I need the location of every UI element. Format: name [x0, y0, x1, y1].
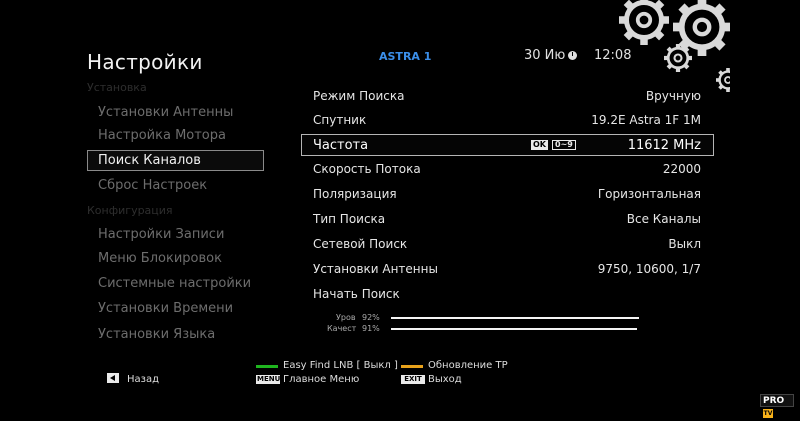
setting-value: Все Каналы: [626, 212, 701, 226]
signal-level-label: Уров: [336, 313, 356, 322]
yellow-key-icon: [401, 365, 423, 368]
signal-quality-value: 91%: [362, 324, 380, 333]
sidebar-item-lock-menu[interactable]: Меню Блокировок: [98, 251, 222, 266]
setting-value: 19.2E Astra 1F 1M: [591, 113, 701, 127]
setting-label: Начать Поиск: [313, 287, 400, 301]
settings-screen: Настройки ASTRA 1 30 Ию 12:08 Установка …: [0, 0, 800, 418]
signal-quality-bar: [391, 328, 637, 330]
digit-keys-icon: 0~9: [552, 140, 576, 150]
ok-key-icon: OK: [531, 140, 548, 150]
gears-icon: [618, 0, 730, 94]
setting-row-symbol-rate[interactable]: Скорость Потока 22000: [313, 162, 703, 182]
sidebar-section-config: Конфигурация: [87, 204, 173, 217]
setting-value: 11612 MHz: [627, 138, 701, 153]
setting-label: Спутник: [313, 113, 367, 127]
update-tp-label[interactable]: Обновление TP: [428, 360, 508, 371]
setting-row-search-type[interactable]: Тип Поиска Все Каналы: [313, 212, 703, 232]
sidebar-item-factory-reset[interactable]: Сброс Настроек: [98, 178, 207, 193]
green-key-icon: [256, 365, 278, 368]
sidebar-item-antenna-settings[interactable]: Установки Антенны: [98, 105, 233, 120]
setting-label: Частота: [313, 138, 369, 153]
setting-label: Поляризация: [313, 187, 397, 201]
sidebar-item-motor-settings[interactable]: Настройка Мотора: [98, 128, 226, 143]
sidebar-item-time-settings[interactable]: Установки Времени: [98, 301, 233, 316]
menu-key-icon: MENU: [256, 375, 281, 384]
setting-row-frequency[interactable]: Частота OK 0~9 11612 MHz: [301, 134, 714, 156]
setting-row-antenna-settings[interactable]: Установки Антенны 9750, 10600, 1/7: [313, 262, 703, 282]
sidebar-item-channel-search[interactable]: Поиск Каналов: [87, 150, 264, 171]
sidebar-item-system-settings[interactable]: Системные настройки: [98, 276, 251, 291]
main-menu-label[interactable]: Главное Меню: [283, 374, 359, 385]
clock-icon: [568, 51, 577, 60]
easy-find-lnb-label[interactable]: Easy Find LNB [ Выкл ]: [283, 360, 398, 371]
exit-key-icon: EXIT: [401, 375, 425, 384]
setting-label: Установки Антенны: [313, 262, 438, 276]
signal-quality-label: Качест: [327, 324, 357, 333]
signal-level-bar: [391, 317, 639, 319]
time-display: 12:08: [594, 48, 632, 63]
back-arrow-icon[interactable]: [107, 373, 119, 383]
logo-badge: TV: [763, 409, 773, 418]
setting-row-network-search[interactable]: Сетевой Поиск Выкл: [313, 237, 703, 257]
sidebar-item-record-settings[interactable]: Настройки Записи: [98, 227, 224, 242]
sidebar-section-install: Установка: [87, 81, 147, 94]
setting-value: 22000: [662, 162, 701, 176]
setting-row-polarization[interactable]: Поляризация Горизонтальная: [313, 187, 703, 207]
setting-value: Вручную: [645, 89, 701, 103]
setting-label: Сетевой Поиск: [313, 237, 408, 251]
exit-label[interactable]: Выход: [428, 374, 462, 385]
date-display: 30 Ию: [524, 48, 566, 63]
satellite-name: ASTRA 1: [379, 50, 432, 63]
setting-value: 9750, 10600, 1/7: [597, 262, 701, 276]
setting-row-search-mode[interactable]: Режим Поиска Вручную: [313, 89, 703, 109]
signal-level-value: 92%: [362, 313, 380, 322]
protv-logo: PRO TV: [760, 394, 794, 418]
setting-value: Выкл: [668, 237, 701, 251]
page-title: Настройки: [87, 50, 203, 74]
setting-label: Скорость Потока: [313, 162, 421, 176]
start-search-button[interactable]: Начать Поиск: [313, 287, 703, 307]
logo-text: PRO: [763, 396, 785, 406]
setting-row-satellite[interactable]: Спутник 19.2E Astra 1F 1M: [313, 113, 703, 133]
setting-label: Тип Поиска: [313, 212, 386, 226]
setting-value: Горизонтальная: [597, 187, 701, 201]
sidebar-item-language-settings[interactable]: Установки Языка: [98, 327, 215, 342]
setting-label: Режим Поиска: [313, 89, 405, 103]
back-label[interactable]: Назад: [127, 374, 159, 385]
